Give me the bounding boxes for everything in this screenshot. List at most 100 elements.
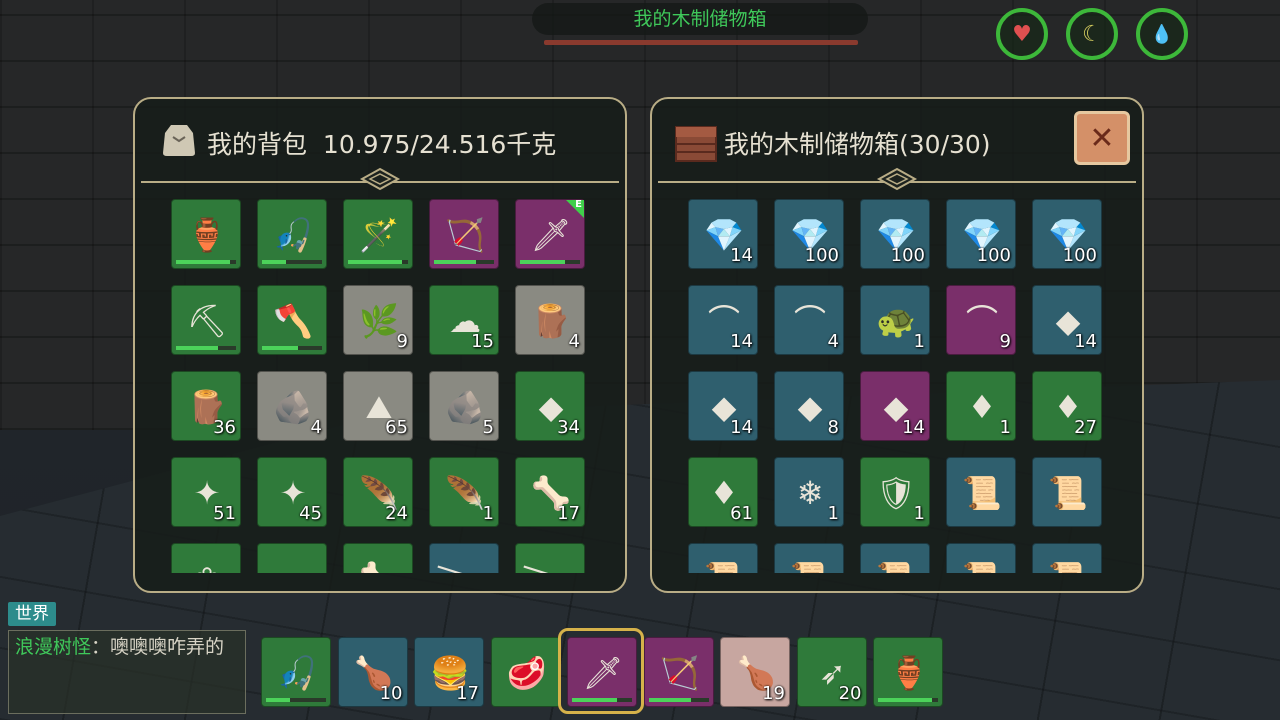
item-slot[interactable]: 𐃆 — [515, 543, 585, 573]
item-quantity: 1 — [482, 503, 494, 524]
item-slot[interactable]: ◆ 14 — [1032, 285, 1102, 355]
item-quantity: 65 — [385, 417, 408, 438]
item-slot[interactable]: ☁ 15 — [429, 285, 499, 355]
item-slot[interactable]: 🪨 5 — [429, 371, 499, 441]
backpack-grid: 🏺 🎣 🪄 🏹 🗡 E ⛏ 🪓 🌿 9 ☁ 15 🪵 4 🪵 36 🪨 4 ⛰ 65 🪨 5 ◆ 34 ✦ 51 ✦ 45 🪶 24 🪶 1 🦴… — [171, 199, 611, 573]
item-slot[interactable]: 🦴 17 — [515, 457, 585, 527]
item-slot[interactable]: 🪵 4 — [515, 285, 585, 355]
close-icon: ✕ — [1089, 120, 1115, 156]
item-slot[interactable]: 📜 — [860, 543, 930, 573]
item-slot[interactable]: 💎 100 — [946, 199, 1016, 269]
durability-bar — [520, 260, 580, 264]
backpack-label: 我的背包 — [207, 130, 308, 159]
item-slot[interactable]: 🛡 1 — [860, 457, 930, 527]
item-quantity: 17 — [557, 503, 580, 524]
item-quantity: 1 — [999, 417, 1011, 438]
item-slot[interactable]: ✦ 45 — [257, 457, 327, 527]
item-slot[interactable]: 🏹 — [429, 199, 499, 269]
item-slot[interactable]: ⌒ 4 — [774, 285, 844, 355]
item-slot[interactable]: ◆ 8 — [774, 371, 844, 441]
hotbar-slot[interactable]: 🥩 — [490, 637, 561, 707]
item-slot[interactable]: 📜 — [946, 457, 1016, 527]
item-slot[interactable]: ⛰ 65 — [343, 371, 413, 441]
item-slot[interactable]: ◆ 14 — [860, 371, 930, 441]
item-slot[interactable]: 🦴 — [343, 543, 413, 573]
item-slot[interactable]: 🗡 E — [515, 199, 585, 269]
item-slot[interactable]: ♦ 61 — [688, 457, 758, 527]
item-quantity: 34 — [557, 417, 580, 438]
item-slot[interactable]: 🪨 4 — [257, 371, 327, 441]
chest-title: 我的木制储物箱(30/30) — [724, 130, 991, 159]
item-slot[interactable]: 📜 — [774, 543, 844, 573]
item-slot[interactable]: 💎 14 — [688, 199, 758, 269]
hotbar-slot[interactable]: ➶ 20 — [796, 637, 867, 707]
chat-sender: 浪漫树怪 — [15, 636, 92, 658]
hotbar-slot[interactable]: 🍗 10 — [337, 637, 408, 707]
item-slot[interactable]: 🪄 — [343, 199, 413, 269]
item-slot[interactable]: ⌒ 9 — [946, 285, 1016, 355]
item-quantity: 1 — [913, 503, 925, 524]
item-slot[interactable]: 📜 — [1032, 457, 1102, 527]
bag-icon — [163, 125, 195, 156]
item-slot[interactable]: 🌿 9 — [343, 285, 413, 355]
hotbar-slot[interactable]: 🍔 17 — [414, 637, 484, 707]
item-slot[interactable]: 💎 100 — [1032, 199, 1102, 269]
item-slot[interactable]: 🐢 1 — [860, 285, 930, 355]
durability-bar — [262, 260, 322, 264]
item-slot[interactable]: ♦ 27 — [1032, 371, 1102, 441]
item-slot[interactable]: 📜 — [688, 543, 758, 573]
item-quantity: 5 — [482, 417, 494, 438]
item-slot[interactable]: 🪶 24 — [343, 457, 413, 527]
item-quantity: 51 — [213, 503, 236, 524]
item-slot[interactable]: 🪶 1 — [429, 457, 499, 527]
chest-panel: 我的木制储物箱(30/30) ✕ 💎 14 💎 100 💎 100 💎 100 💎 100 ⌒ 14 ⌒… — [650, 97, 1144, 593]
close-button[interactable]: ✕ — [1074, 111, 1130, 165]
item-slot[interactable]: ⌒ 14 — [688, 285, 758, 355]
blueprint-scroll-icon: 📜 — [947, 544, 1017, 573]
divider-ornament — [359, 167, 401, 191]
backpack-title: 我的背包 10.975/24.516千克 — [207, 125, 556, 161]
item-quantity: 15 — [471, 331, 494, 352]
hunger-icon: ☾ — [1066, 8, 1118, 60]
item-slot[interactable]: ♦ 1 — [946, 371, 1016, 441]
backpack-weight: 10.975/24.516千克 — [322, 130, 557, 159]
item-slot[interactable]: ✦ 51 — [171, 457, 241, 527]
item-slot[interactable]: 🎣 — [257, 199, 327, 269]
item-slot[interactable]: ⛏ — [171, 285, 241, 355]
hotbar-slot[interactable]: 🏺 — [873, 637, 943, 707]
item-slot[interactable]: 📜 — [1032, 543, 1102, 573]
item-slot[interactable]: 🏺 — [171, 199, 241, 269]
blueprint-scroll-icon: 📜 — [962, 474, 1002, 512]
chat-tab-world[interactable]: 世界 — [8, 602, 56, 626]
hotbar-slot[interactable]: 🍗 19 — [720, 637, 790, 707]
item-slot[interactable]: ❄ 1 — [774, 457, 844, 527]
item-slot[interactable]: ◆ 34 — [515, 371, 585, 441]
blueprint-scroll-icon: 📜 — [775, 544, 845, 573]
item-quantity: 45 — [299, 503, 322, 524]
blueprint-scroll-icon: 📜 — [689, 544, 759, 573]
hotbar-selection-frame — [558, 628, 644, 714]
item-slot[interactable]: 🪵 36 — [171, 371, 241, 441]
item-slot[interactable]: 📜 — [946, 543, 1016, 573]
item-slot[interactable]: 💎 100 — [860, 199, 930, 269]
durability-bar — [176, 260, 236, 264]
hotbar-slot[interactable]: 🏹 — [643, 637, 714, 707]
item-quantity: 27 — [1074, 417, 1097, 438]
item-slot[interactable]: 𐃆 — [429, 543, 499, 573]
chat-message: 噢噢噢咋弄的 — [110, 636, 225, 658]
item-slot[interactable]: ▱ — [257, 543, 327, 573]
item-slot[interactable]: 💎 100 — [774, 199, 844, 269]
item-slot[interactable]: ◆ 14 — [688, 371, 758, 441]
item-slot[interactable]: ❀ — [171, 543, 241, 573]
item-slot[interactable]: 🪓 — [257, 285, 327, 355]
item-quantity: 100 — [804, 245, 839, 266]
stone-block-icon: ▱ — [258, 544, 328, 573]
item-quantity: 17 — [456, 683, 479, 704]
item-quantity: 14 — [730, 417, 753, 438]
item-quantity: 100 — [976, 245, 1011, 266]
blueprint-scroll-icon: 📜 — [1033, 544, 1103, 573]
chat-box[interactable]: 浪漫树怪：噢噢噢咋弄的 — [8, 630, 246, 714]
item-quantity: 19 — [762, 683, 785, 704]
hotbar-slot[interactable]: 🎣 — [261, 637, 331, 707]
item-quantity: 100 — [890, 245, 925, 266]
